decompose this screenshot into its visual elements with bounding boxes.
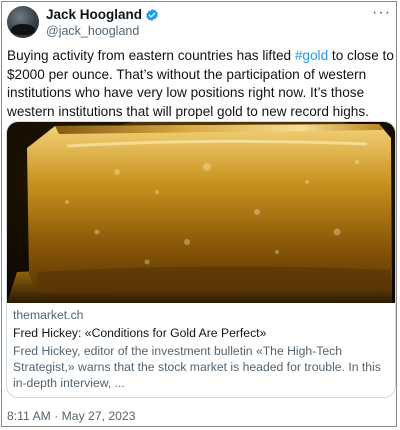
tweet-timestamp[interactable]: 8:11 AM · May 27, 2023	[7, 409, 136, 423]
author-block: Jack Hoogland @jack_hoogland	[46, 6, 159, 38]
card-domain[interactable]: themarket.ch	[13, 308, 391, 324]
author-handle[interactable]: @jack_hoogland	[46, 24, 159, 38]
more-options-icon[interactable]: ···	[372, 5, 391, 21]
tweet-text: Buying activity from eastern countries h…	[7, 47, 395, 121]
verified-badge-icon	[145, 8, 159, 22]
gold-bar-image	[7, 122, 395, 303]
tweet-header: Jack Hoogland @jack_hoogland ···	[7, 5, 393, 42]
avatar[interactable]	[7, 6, 39, 38]
card-title[interactable]: Fred Hickey: «Conditions for Gold Are Pe…	[13, 326, 391, 342]
card-description[interactable]: Fred Hickey, editor of the investment bu…	[13, 343, 391, 391]
card-meta: themarket.ch Fred Hickey: «Conditions fo…	[13, 308, 391, 391]
tweet-text-part-1: Buying activity from eastern countries h…	[7, 48, 295, 63]
author-name[interactable]: Jack Hoogland	[46, 7, 142, 22]
link-preview-card[interactable]: themarket.ch Fred Hickey: «Conditions fo…	[6, 121, 396, 398]
hashtag-link[interactable]: #gold	[295, 48, 328, 63]
card-image[interactable]	[7, 122, 395, 303]
author-name-row: Jack Hoogland	[46, 6, 159, 23]
